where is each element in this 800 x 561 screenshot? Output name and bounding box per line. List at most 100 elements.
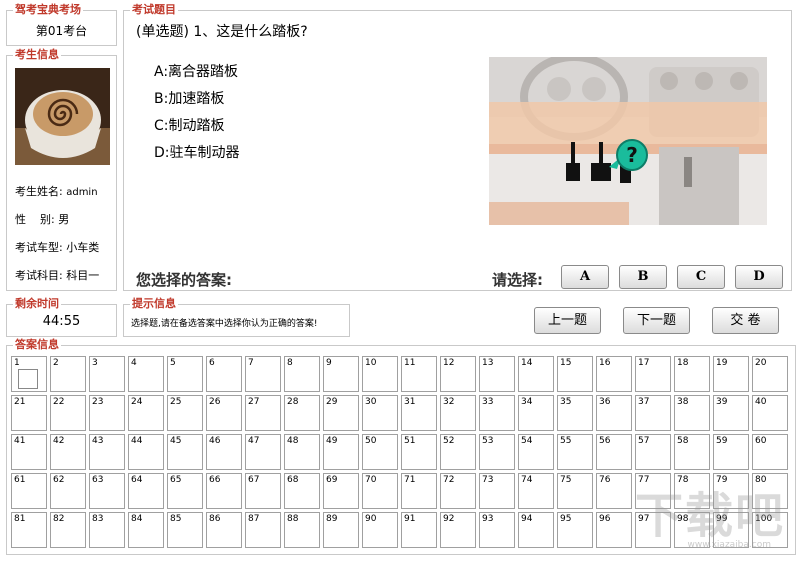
next-question-button[interactable]: 下一题: [623, 307, 690, 334]
answer-cell[interactable]: 19: [713, 356, 749, 392]
answer-cell[interactable]: 6: [206, 356, 242, 392]
answer-cell[interactable]: 91: [401, 512, 437, 548]
answer-cell[interactable]: 62: [50, 473, 86, 509]
answer-cell[interactable]: 40: [752, 395, 788, 431]
answer-cell[interactable]: 36: [596, 395, 632, 431]
answer-cell[interactable]: 3: [89, 356, 125, 392]
answer-cell[interactable]: 48: [284, 434, 320, 470]
answer-cell[interactable]: 47: [245, 434, 281, 470]
answer-cell[interactable]: 31: [401, 395, 437, 431]
answer-cell[interactable]: 65: [167, 473, 203, 509]
answer-cell[interactable]: 35: [557, 395, 593, 431]
answer-cell[interactable]: 4: [128, 356, 164, 392]
answer-cell[interactable]: 30: [362, 395, 398, 431]
answer-cell[interactable]: 34: [518, 395, 554, 431]
choice-b-button[interactable]: B: [619, 265, 667, 289]
answer-cell[interactable]: 46: [206, 434, 242, 470]
answer-cell[interactable]: 82: [50, 512, 86, 548]
answer-cell[interactable]: 76: [596, 473, 632, 509]
answer-cell[interactable]: 72: [440, 473, 476, 509]
answer-cell[interactable]: 26: [206, 395, 242, 431]
answer-cell[interactable]: 49: [323, 434, 359, 470]
answer-cell[interactable]: 73: [479, 473, 515, 509]
answer-cell[interactable]: 68: [284, 473, 320, 509]
answer-cell[interactable]: 45: [167, 434, 203, 470]
answer-cell[interactable]: 41: [11, 434, 47, 470]
answer-cell[interactable]: 39: [713, 395, 749, 431]
answer-cell[interactable]: 90: [362, 512, 398, 548]
answer-cell[interactable]: 66: [206, 473, 242, 509]
answer-cell[interactable]: 61: [11, 473, 47, 509]
answer-cell[interactable]: 20: [752, 356, 788, 392]
answer-cell[interactable]: 57: [635, 434, 671, 470]
answer-cell[interactable]: 71: [401, 473, 437, 509]
answer-cell[interactable]: 32: [440, 395, 476, 431]
answer-cell[interactable]: 17: [635, 356, 671, 392]
answer-cell[interactable]: 54: [518, 434, 554, 470]
answer-cell[interactable]: 70: [362, 473, 398, 509]
answer-cell[interactable]: 2: [50, 356, 86, 392]
answer-cell[interactable]: 53: [479, 434, 515, 470]
answer-cell[interactable]: 93: [479, 512, 515, 548]
answer-cell[interactable]: 22: [50, 395, 86, 431]
answer-cell[interactable]: 23: [89, 395, 125, 431]
answer-cell[interactable]: 59: [713, 434, 749, 470]
answer-cell[interactable]: 37: [635, 395, 671, 431]
answer-cell[interactable]: 64: [128, 473, 164, 509]
answer-cell[interactable]: 95: [557, 512, 593, 548]
answer-cell[interactable]: 83: [89, 512, 125, 548]
answer-cell[interactable]: 5: [167, 356, 203, 392]
answer-cell[interactable]: 42: [50, 434, 86, 470]
answer-cell[interactable]: 67: [245, 473, 281, 509]
answer-cell[interactable]: 15: [557, 356, 593, 392]
answer-cell[interactable]: 63: [89, 473, 125, 509]
submit-exam-button[interactable]: 交 卷: [712, 307, 779, 334]
answer-cell[interactable]: 38: [674, 395, 710, 431]
answer-cell[interactable]: 74: [518, 473, 554, 509]
answer-cell[interactable]: 84: [128, 512, 164, 548]
answer-cell[interactable]: 81: [11, 512, 47, 548]
answer-cell[interactable]: 55: [557, 434, 593, 470]
answer-cell[interactable]: 18: [674, 356, 710, 392]
answer-cell[interactable]: 52: [440, 434, 476, 470]
answer-cell[interactable]: 29: [323, 395, 359, 431]
answer-cell[interactable]: 94: [518, 512, 554, 548]
choice-a-button[interactable]: A: [561, 265, 609, 289]
prev-question-button[interactable]: 上一题: [534, 307, 601, 334]
choice-c-button[interactable]: C: [677, 265, 725, 289]
answer-cell[interactable]: 14: [518, 356, 554, 392]
answer-cell[interactable]: 21: [11, 395, 47, 431]
answer-cell[interactable]: 60: [752, 434, 788, 470]
answer-cell[interactable]: 86: [206, 512, 242, 548]
answer-cell[interactable]: 87: [245, 512, 281, 548]
answer-cell[interactable]: 8: [284, 356, 320, 392]
answer-cell[interactable]: 28: [284, 395, 320, 431]
answer-cell[interactable]: 56: [596, 434, 632, 470]
answer-cell[interactable]: 50: [362, 434, 398, 470]
answer-cell[interactable]: 9: [323, 356, 359, 392]
answer-cell-number: 90: [365, 514, 377, 524]
answer-cell[interactable]: 24: [128, 395, 164, 431]
answer-cell[interactable]: 88: [284, 512, 320, 548]
answer-cell[interactable]: 43: [89, 434, 125, 470]
answer-cell[interactable]: 75: [557, 473, 593, 509]
choice-d-button[interactable]: D: [735, 265, 783, 289]
answer-cell[interactable]: 85: [167, 512, 203, 548]
answer-cell[interactable]: 7: [245, 356, 281, 392]
answer-cell[interactable]: 13: [479, 356, 515, 392]
answer-cell[interactable]: 89: [323, 512, 359, 548]
answer-cell[interactable]: 27: [245, 395, 281, 431]
answer-cell[interactable]: 10: [362, 356, 398, 392]
answer-cell[interactable]: 69: [323, 473, 359, 509]
answer-cell[interactable]: 12: [440, 356, 476, 392]
answer-cell[interactable]: 16: [596, 356, 632, 392]
answer-cell[interactable]: 11: [401, 356, 437, 392]
answer-cell[interactable]: 96: [596, 512, 632, 548]
answer-cell[interactable]: 51: [401, 434, 437, 470]
answer-cell[interactable]: 92: [440, 512, 476, 548]
answer-cell[interactable]: 25: [167, 395, 203, 431]
answer-cell[interactable]: 33: [479, 395, 515, 431]
answer-cell[interactable]: 58: [674, 434, 710, 470]
answer-cell[interactable]: 1: [11, 356, 47, 392]
answer-cell[interactable]: 44: [128, 434, 164, 470]
